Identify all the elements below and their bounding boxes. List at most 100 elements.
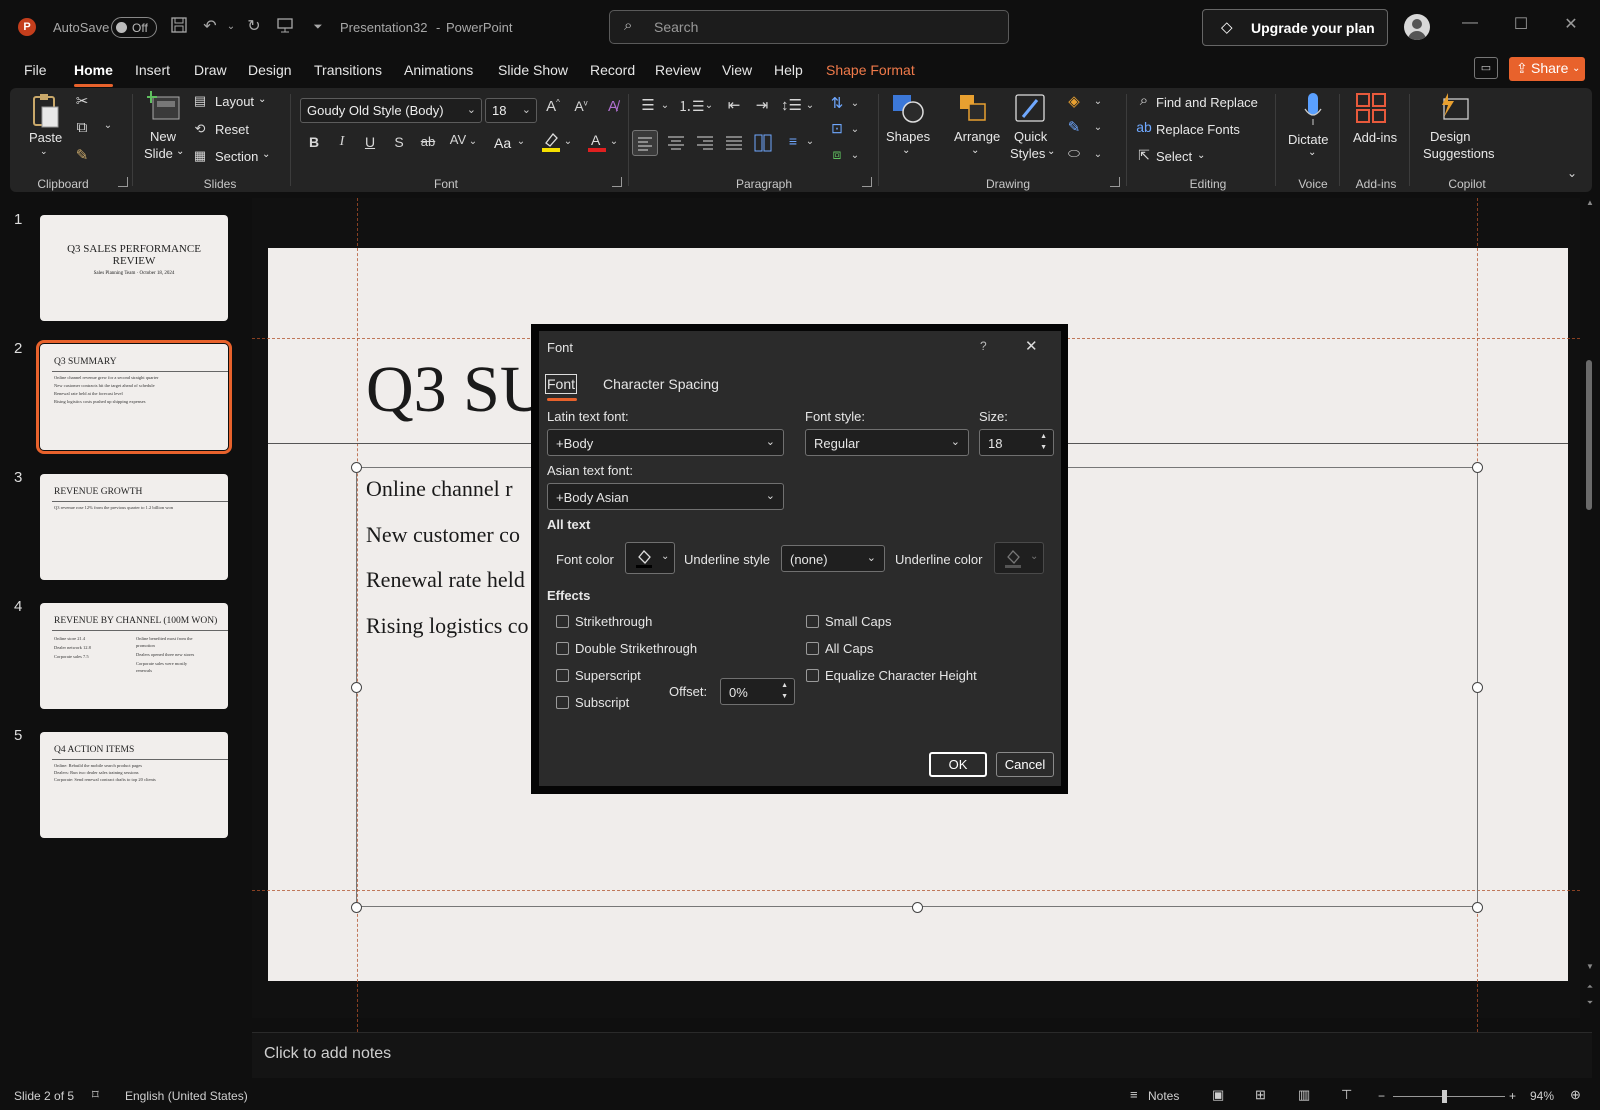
line-spacing-icon[interactable]: ↕☰ (781, 96, 802, 114)
resize-handle[interactable] (351, 462, 362, 473)
notes-pane[interactable]: Click to add notes (252, 1032, 1592, 1078)
font-size-dropdown[interactable]: 18 ⌄ (485, 98, 537, 123)
layout-button[interactable]: Layout (215, 94, 254, 109)
copy-dropdown-icon[interactable]: ⌄ (102, 120, 114, 131)
quick-styles-label-1[interactable]: Quick (1014, 129, 1047, 144)
present-icon[interactable] (274, 16, 296, 38)
text-direction-vertical-icon[interactable]: ⇅ (826, 94, 848, 112)
find-icon[interactable]: ⌕ (1135, 92, 1153, 109)
reset-icon[interactable]: ⟲ (192, 121, 208, 137)
subscript-checkbox[interactable] (556, 696, 569, 709)
slide-show-icon[interactable]: ⊤ (1341, 1087, 1352, 1103)
layout-dropdown-icon[interactable]: ⌄ (258, 94, 266, 105)
design-suggestions-label-2[interactable]: Suggestions (1423, 146, 1495, 161)
all-caps-checkbox[interactable] (806, 642, 819, 655)
next-slide-icon[interactable]: ⏷ (1584, 998, 1596, 1008)
tab-insert[interactable]: Insert (135, 62, 170, 78)
help-icon[interactable]: ? (980, 339, 987, 353)
cut-icon[interactable]: ✂ (73, 92, 91, 110)
spin-down-icon[interactable]: ▼ (781, 693, 788, 700)
font-name-dropdown[interactable]: Goudy Old Style (Body) ⌄ (300, 98, 482, 123)
normal-view-icon[interactable]: ▣ (1212, 1087, 1224, 1103)
font-launcher-icon[interactable] (612, 177, 622, 187)
layout-icon[interactable]: ▤ (192, 93, 208, 109)
new-slide-icon[interactable] (145, 91, 181, 123)
slide-thumbnail-4[interactable]: REVENUE BY CHANNEL (100M WON) Online sto… (40, 603, 228, 709)
tab-font[interactable]: Font (544, 374, 578, 394)
new-slide-label-2[interactable]: Slide (144, 146, 173, 161)
microphone-icon[interactable] (1302, 91, 1324, 127)
ok-button[interactable]: OK (929, 752, 987, 777)
maximize-icon[interactable]: ☐ (1507, 14, 1535, 38)
addins-label[interactable]: Add-ins (1353, 130, 1397, 145)
arrange-dropdown-icon[interactable]: ⌄ (971, 145, 979, 156)
format-painter-icon[interactable]: ✎ (73, 146, 91, 164)
shape-fill-icon[interactable]: ◈ (1064, 92, 1084, 110)
align-left-button[interactable] (632, 130, 658, 156)
align-text-dropdown-icon[interactable]: ⌄ (850, 124, 860, 135)
scroll-up-icon[interactable]: ▲ (1584, 198, 1596, 207)
small-caps-label[interactable]: Small Caps (825, 614, 891, 629)
superscript-checkbox[interactable] (556, 669, 569, 682)
share-button[interactable]: ⇪ Share ⌄ (1509, 57, 1585, 81)
accessibility-icon[interactable]: ⌑ (92, 1087, 99, 1103)
design-suggestions-label-1[interactable]: Design (1430, 129, 1470, 144)
slide-thumbnail-2[interactable]: Q3 SUMMARY Online channel revenue grew f… (36, 340, 232, 454)
language-indicator[interactable]: English (United States) (125, 1089, 248, 1103)
underline-icon[interactable]: U (361, 134, 379, 150)
character-spacing-icon[interactable]: AV (448, 132, 468, 147)
subscript-label[interactable]: Subscript (575, 695, 629, 710)
zoom-slider-knob[interactable] (1442, 1090, 1447, 1103)
section-dropdown-icon[interactable]: ⌄ (262, 149, 270, 160)
reading-view-icon[interactable]: ▥ (1298, 1087, 1310, 1103)
slide-thumbnail-5[interactable]: Q4 ACTION ITEMS Online: Rebuild the mobi… (40, 732, 228, 838)
tab-review[interactable]: Review (655, 62, 701, 78)
decrease-indent-icon[interactable]: ⇤ (724, 96, 744, 114)
notes-button[interactable]: Notes (1148, 1089, 1179, 1103)
bullets-dropdown-icon[interactable]: ⌄ (660, 100, 670, 111)
shapes-icon[interactable] (890, 92, 924, 124)
cancel-button[interactable]: Cancel (996, 752, 1054, 777)
replace-fonts-icon[interactable]: ab (1134, 119, 1154, 135)
strikethrough-label[interactable]: Strikethrough (575, 614, 652, 629)
previous-slide-icon[interactable]: ⏶ (1584, 982, 1596, 992)
drawing-launcher-icon[interactable] (1110, 177, 1120, 187)
bullet-text[interactable]: Online channel r (366, 476, 513, 502)
tab-record[interactable]: Record (590, 62, 635, 78)
slide-title[interactable]: Q3 SU (366, 352, 548, 428)
paste-label[interactable]: Paste (29, 130, 62, 145)
vertical-scrollbar[interactable]: ▲ ▼ ⏶ ⏷ (1584, 198, 1596, 1016)
search-box[interactable]: ⌕ Search (609, 10, 1009, 44)
slide-sorter-icon[interactable]: ⊞ (1255, 1087, 1266, 1103)
text-direction-icon[interactable]: ≡ (782, 133, 804, 149)
save-icon[interactable] (168, 16, 190, 38)
find-replace-button[interactable]: Find and Replace (1156, 95, 1258, 110)
tab-home[interactable]: Home (74, 62, 113, 87)
close-window-icon[interactable]: ✕ (1557, 14, 1585, 38)
shape-effects-dropdown-icon[interactable]: ⌄ (1093, 149, 1103, 160)
smartart-dropdown-icon[interactable]: ⌄ (850, 150, 860, 161)
new-slide-label-1[interactable]: New (150, 129, 176, 144)
justify-icon[interactable] (723, 132, 745, 154)
shape-outline-dropdown-icon[interactable]: ⌄ (1093, 122, 1103, 133)
tab-draw[interactable]: Draw (194, 62, 227, 78)
text-direction-dropdown-icon[interactable]: ⌄ (805, 136, 815, 147)
asian-font-dropdown[interactable]: +Body Asian ⌄ (547, 483, 784, 510)
autosave-toggle[interactable]: Off (111, 17, 157, 38)
align-text-icon[interactable]: ⊡ (826, 120, 848, 137)
quick-styles-label-2[interactable]: Styles (1010, 146, 1045, 161)
collapse-ribbon-icon[interactable]: ⌄ (1565, 166, 1579, 180)
bullets-icon[interactable]: ☰ (638, 96, 658, 114)
latin-font-dropdown[interactable]: +Body ⌄ (547, 429, 784, 456)
avatar[interactable] (1404, 14, 1430, 40)
select-cursor-icon[interactable]: ⇱ (1135, 147, 1153, 164)
change-case-dropdown-icon[interactable]: ⌄ (516, 136, 526, 147)
spin-up-icon[interactable]: ▲ (781, 682, 788, 689)
tab-design[interactable]: Design (248, 62, 292, 78)
redo-icon[interactable]: ↻ (243, 16, 265, 38)
select-button[interactable]: Select (1156, 149, 1192, 164)
copy-icon[interactable]: ⧉ (73, 119, 91, 136)
text-shadow-icon[interactable]: S (390, 134, 408, 150)
shapes-dropdown-icon[interactable]: ⌄ (902, 145, 910, 156)
paste-dropdown-icon[interactable]: ⌄ (40, 146, 48, 157)
